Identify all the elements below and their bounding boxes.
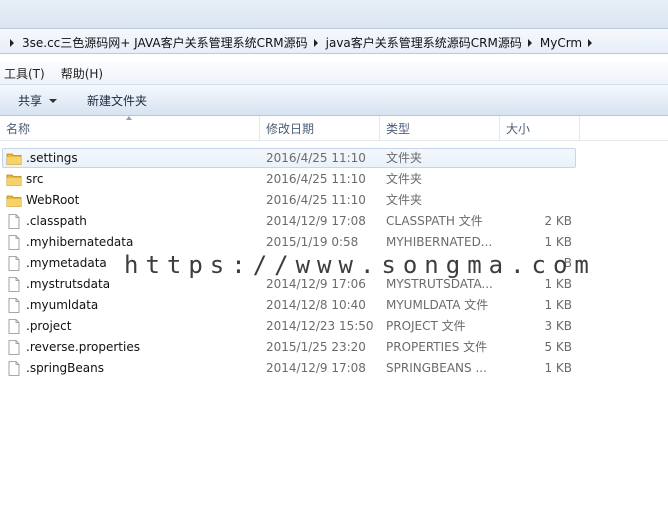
file-row[interactable]: .project 2014/12/23 15:50 PROJECT 文件 3 K… [0,316,668,337]
breadcrumb: 3se.cc三色源码网+ JAVA客户关系管理系统CRM源码 java客户关系管… [4,33,600,52]
file-modified: 2016/4/25 11:10 [266,151,366,165]
file-row[interactable]: .classpath 2014/12/9 17:08 CLASSPATH 文件 … [0,211,668,232]
file-type: SPRINGBEANS ... [386,361,487,375]
file-modified: 2014/12/8 10:40 [266,298,366,312]
file-type: 文件夹 [386,151,423,165]
file-type: 文件夹 [386,193,423,207]
file-row[interactable]: WebRoot 2016/4/25 11:10 文件夹 [0,190,668,211]
menu-help[interactable]: 帮助(H) [57,65,109,82]
file-name: .myhibernatedata [26,235,134,249]
file-name: src [26,172,44,186]
file-type: 文件夹 [386,172,423,186]
breadcrumb-item[interactable]: java客户关系管理系统源码CRM源码 [326,33,522,52]
menu-bar: 工具(T) 帮助(H) [0,62,668,85]
breadcrumb-item[interactable]: MyCrm [540,35,582,51]
file-icon [8,256,20,271]
file-row[interactable]: .springBeans 2014/12/9 17:08 SPRINGBEANS… [0,358,668,379]
file-modified: 2016/4/25 11:10 [266,172,366,186]
file-icon [8,340,20,355]
file-row[interactable]: .reverse.properties 2015/1/25 23:20 PROP… [0,337,668,358]
file-icon [8,235,20,250]
column-header-size[interactable]: 大小 [500,116,580,140]
file-name: .classpath [26,214,87,228]
file-size: 3 KB [544,319,572,333]
breadcrumb-separator-icon[interactable] [527,38,532,47]
file-type: MYUMLDATA 文件 [386,298,489,312]
share-button[interactable]: 共享 [18,92,58,109]
file-icon [8,277,20,292]
file-icon [8,214,20,229]
breadcrumb-separator-icon[interactable] [10,38,14,47]
file-modified: 2015/1/19 0:58 [266,235,359,249]
file-type: PROPERTIES 文件 [386,340,488,354]
file-icon [8,298,20,313]
column-header-name[interactable]: 名称 [0,116,260,140]
file-name: .reverse.properties [26,340,140,354]
file-size: 1 KB [544,298,572,312]
menu-tools[interactable]: 工具(T) [0,65,51,82]
column-header: 名称 修改日期 类型 大小 [0,116,668,141]
breadcrumb-separator-icon[interactable] [313,38,318,47]
file-row[interactable]: src 2016/4/25 11:10 文件夹 [0,169,668,190]
file-name: .settings [26,151,78,165]
file-size: 2 KB [544,214,572,228]
column-header-modified[interactable]: 修改日期 [260,116,380,140]
address-bar[interactable]: 3se.cc三色源码网+ JAVA客户关系管理系统CRM源码 java客户关系管… [0,28,668,54]
file-size: 5 KB [544,340,572,354]
share-button-label: 共享 [18,93,43,108]
file-modified: 2016/4/25 11:10 [266,193,366,207]
file-size: 1 KB [544,361,572,375]
file-row[interactable]: .myumldata 2014/12/8 10:40 MYUMLDATA 文件 … [0,295,668,316]
watermark-text: https://www.songma.com [124,251,596,279]
file-icon [8,319,20,334]
new-folder-button[interactable]: 新建文件夹 [87,92,147,109]
breadcrumb-separator-icon[interactable] [588,38,593,47]
folder-icon [6,174,22,186]
file-size: 1 KB [544,235,572,249]
column-header-type[interactable]: 类型 [380,116,500,140]
file-name: WebRoot [26,193,80,207]
folder-icon [6,195,22,207]
file-row[interactable]: .settings 2016/4/25 11:10 文件夹 [0,148,668,169]
file-name: .myumldata [26,298,99,312]
file-modified: 2014/12/9 17:08 [266,214,366,228]
window-top-strip [0,0,668,28]
file-icon [8,361,20,376]
file-modified: 2014/12/23 15:50 [266,319,374,333]
command-bar: 共享 新建文件夹 [0,85,668,116]
folder-icon [6,153,22,165]
file-type: MYHIBERNATED... [386,235,492,249]
file-name: .project [26,319,72,333]
file-modified: 2014/12/9 17:08 [266,361,366,375]
file-row[interactable]: .myhibernatedata 2015/1/19 0:58 MYHIBERN… [0,232,668,253]
new-folder-button-label: 新建文件夹 [87,93,148,108]
file-modified: 2015/1/25 23:20 [266,340,366,354]
file-name: .springBeans [26,361,104,375]
file-type: CLASSPATH 文件 [386,214,483,228]
breadcrumb-item[interactable]: 3se.cc三色源码网+ JAVA客户关系管理系统CRM源码 [22,33,308,52]
file-type: PROJECT 文件 [386,319,466,333]
chevron-down-icon [49,98,58,103]
